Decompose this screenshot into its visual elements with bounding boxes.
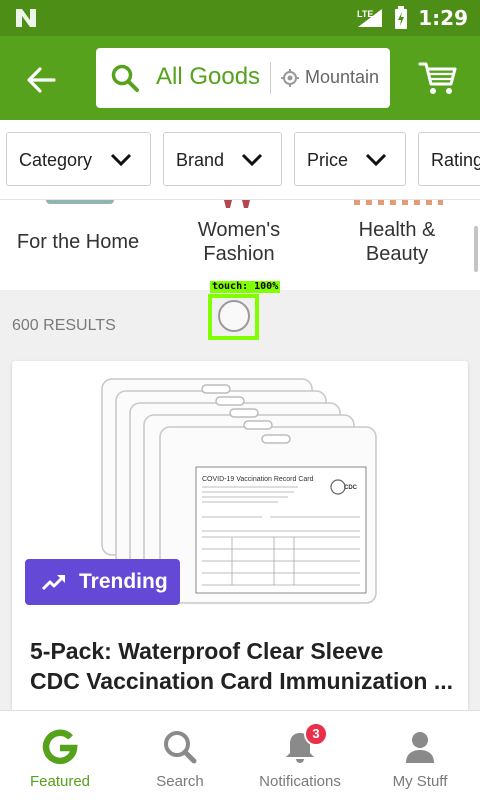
nav-my-stuff[interactable]: My Stuff — [360, 711, 480, 800]
person-icon — [406, 732, 434, 763]
touch-label: touch: 100% — [210, 281, 281, 293]
chevron-down-icon — [365, 153, 387, 167]
category-health-beauty[interactable]: Health & Beauty — [342, 218, 452, 266]
scrollbar-thumb[interactable] — [474, 226, 478, 272]
filter-price-dropdown[interactable]: Price — [294, 132, 406, 186]
filter-label: Category — [19, 150, 93, 170]
category-strip: For the Home Women's Fashion Health & Be… — [0, 200, 480, 290]
nav-label: Featured — [29, 773, 91, 790]
category-womens-fashion[interactable]: Women's Fashion — [184, 218, 294, 266]
back-arrow-icon[interactable] — [22, 60, 62, 100]
search-box[interactable]: All Goods Mountain — [96, 48, 390, 108]
clock: 1:29 — [418, 6, 468, 30]
notification-count-badge: 3 — [304, 722, 328, 746]
nav-search[interactable]: Search — [120, 711, 240, 800]
product-title[interactable]: 5-Pack: Waterproof Clear Sleeve CDC Vacc… — [30, 636, 454, 696]
image-logo-text: CDC — [344, 485, 358, 491]
nav-featured[interactable]: Featured — [0, 711, 120, 800]
status-bar: LTE 1:29 — [0, 0, 480, 36]
trending-label: Trending — [79, 570, 168, 593]
product-title-line1: 5-Pack: Waterproof Clear Sleeve — [30, 638, 384, 664]
trending-badge: Trending — [25, 559, 180, 605]
filter-rating-dropdown[interactable]: Rating — [418, 132, 480, 186]
bottom-nav: Featured Search 3 Notifications My Stuff — [0, 710, 480, 800]
filter-category-dropdown[interactable]: Category — [6, 132, 151, 186]
product-title-line2: CDC Vaccination Card Immunization ... — [30, 668, 454, 694]
category-image-beauty — [354, 200, 443, 205]
android-n-logo-icon — [16, 9, 36, 27]
filter-label: Brand — [176, 150, 225, 170]
nav-label: Search — [156, 773, 204, 790]
filter-brand-dropdown[interactable]: Brand — [163, 132, 282, 186]
app-bar: All Goods Mountain — [0, 36, 480, 120]
filter-label: Price — [307, 150, 349, 170]
nav-label: Notifications — [259, 773, 341, 790]
cart-icon[interactable] — [418, 60, 458, 96]
nav-label: My Stuff — [392, 773, 448, 790]
filter-bar: Category Brand Price Rating — [0, 120, 480, 200]
trending-up-icon — [41, 575, 65, 591]
filter-label: Rating — [431, 150, 480, 170]
search-icon — [111, 64, 139, 92]
category-image-home — [46, 200, 114, 204]
chevron-down-icon — [241, 153, 263, 167]
search-icon — [164, 731, 197, 764]
nav-notifications[interactable]: 3 Notifications — [240, 711, 360, 800]
image-card-title: COVID-19 Vaccination Record Card — [202, 476, 314, 483]
location-text[interactable]: Mountain — [305, 67, 379, 88]
product-card[interactable]: COVID-19 Vaccination Record Card CDC Tre… — [12, 361, 468, 721]
category-for-the-home[interactable]: For the Home — [8, 230, 148, 254]
location-pin-icon[interactable] — [280, 68, 300, 88]
chevron-down-icon — [110, 153, 132, 167]
battery-icon — [395, 6, 408, 29]
featured-g-icon — [42, 729, 78, 765]
search-divider — [270, 62, 271, 94]
touch-circle — [218, 300, 250, 332]
results-count: 600 RESULTS — [12, 317, 116, 334]
signal-icon: LTE — [357, 9, 383, 27]
search-query[interactable]: All Goods — [156, 63, 260, 91]
category-image-fashion — [224, 200, 250, 208]
network-type: LTE — [357, 9, 373, 19]
